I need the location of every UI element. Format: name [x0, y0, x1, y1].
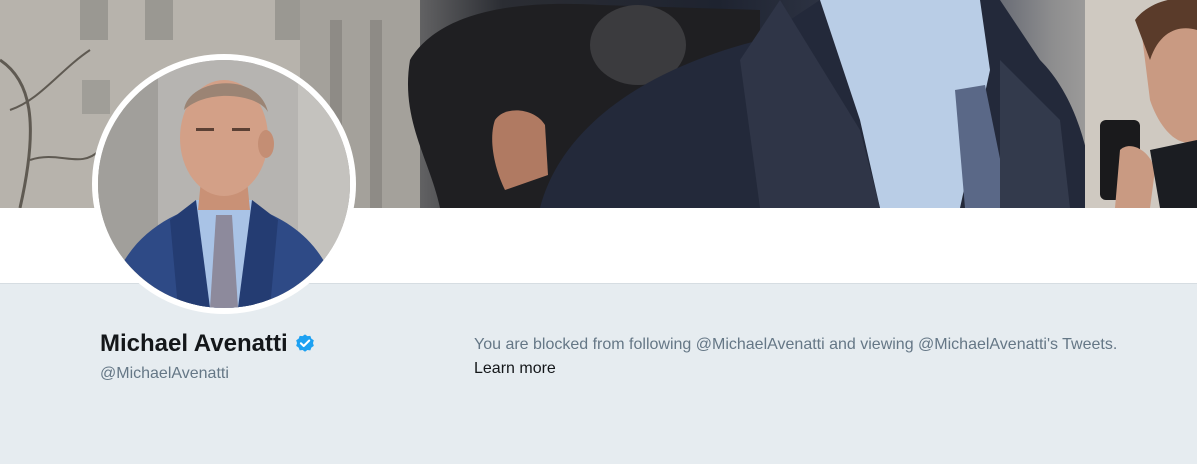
profile-avatar[interactable] [92, 54, 356, 314]
profile-name-row: Michael Avenatti [100, 330, 316, 358]
profile-handle[interactable]: @MichaelAvenatti [100, 365, 229, 383]
profile-name[interactable]: Michael Avenatti [100, 330, 288, 358]
avatar-photo [98, 60, 350, 308]
learn-more-link[interactable]: Learn more [474, 360, 556, 378]
blocked-message: You are blocked from following @MichaelA… [474, 336, 1118, 353]
verified-badge-icon [294, 333, 316, 355]
